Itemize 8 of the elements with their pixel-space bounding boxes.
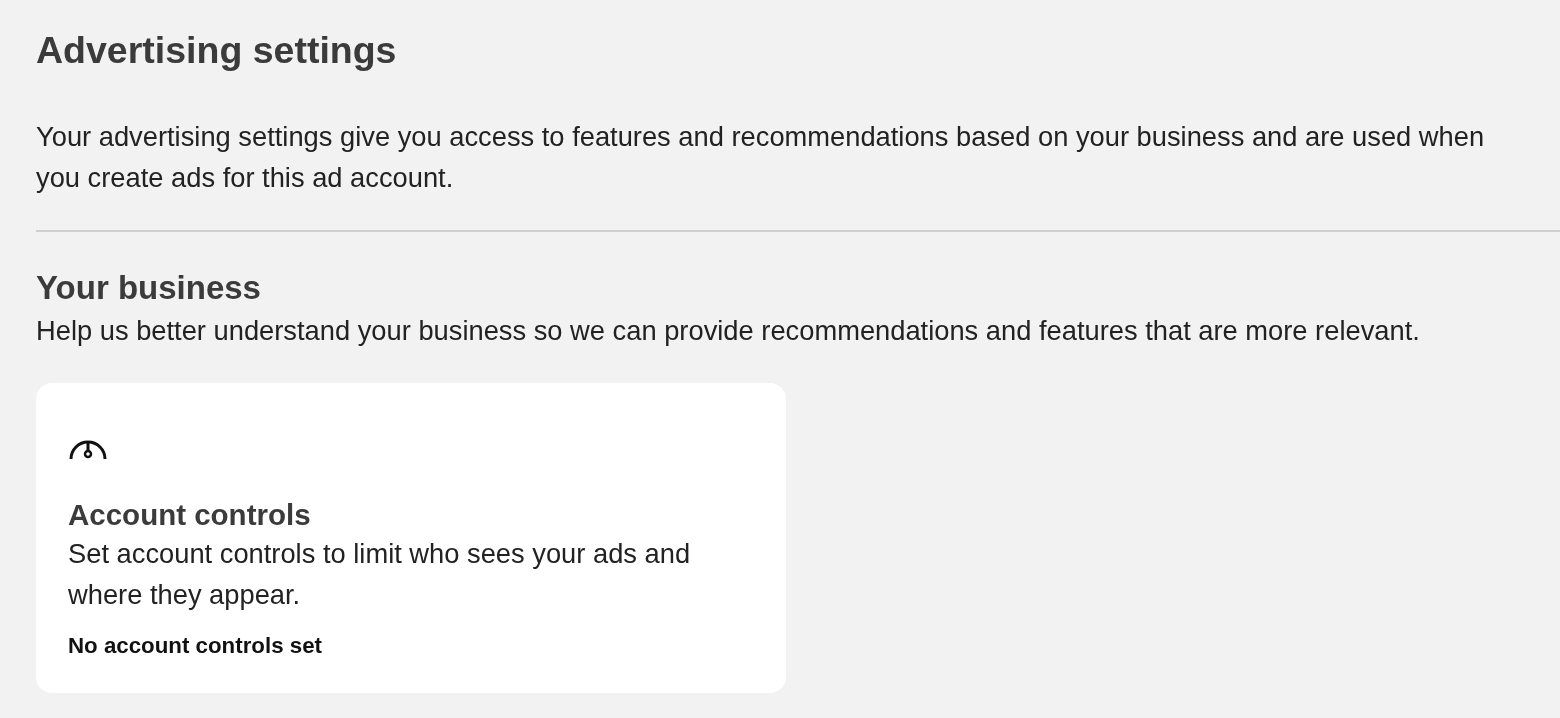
account-controls-card[interactable]: Account controls Set account controls to limit who sees your ads and where they appear. No account controls set [36,383,786,693]
section-title: Your business [36,268,262,308]
section-description: Help us better understand your business so we can provide recommendations and features that are more relevant. [36,314,1421,348]
page-description: Your advertising settings give you access to features and recommendations based on your business and are used when you create ads for this ad account. [36,120,1486,195]
card-status: No account controls set [68,632,323,660]
card-description: Set account controls to limit who sees your ads and where they appear. [68,537,692,612]
page-title: Advertising settings [36,28,398,72]
card-title: Account controls [68,497,312,533]
